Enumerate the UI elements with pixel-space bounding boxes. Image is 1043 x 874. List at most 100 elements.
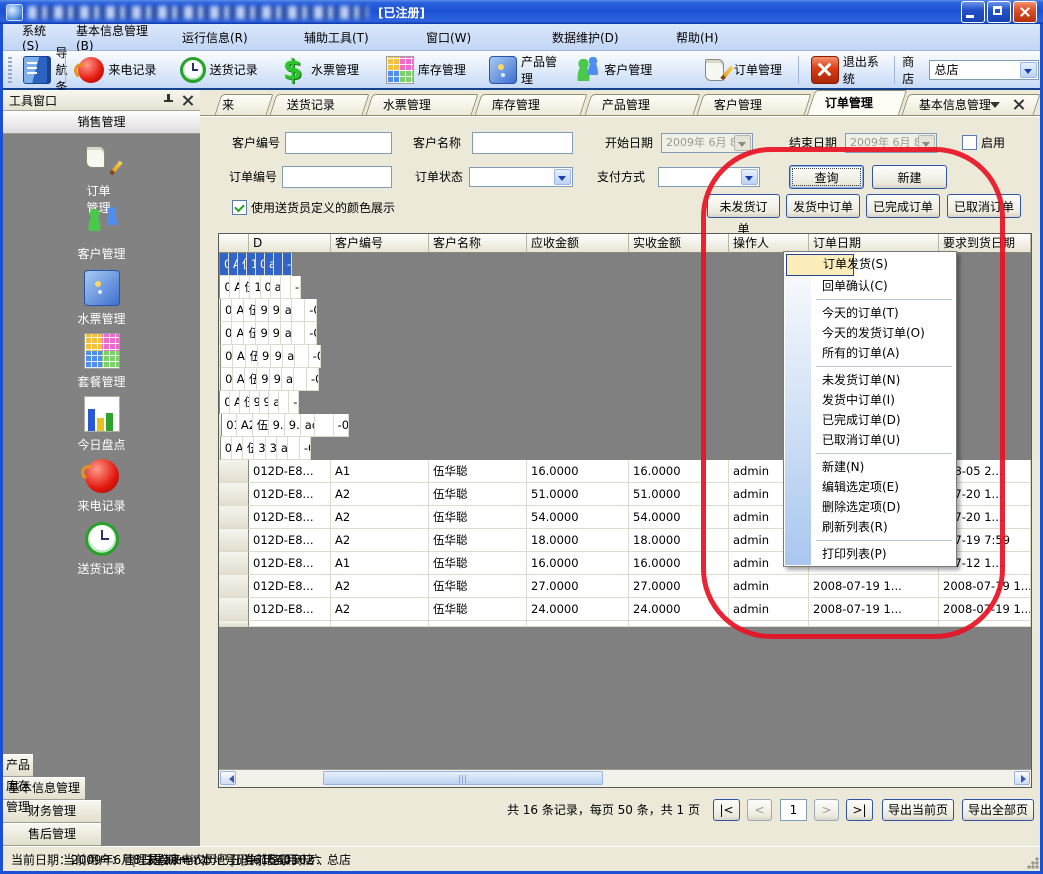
status-filter-button[interactable]: 发货中订单	[786, 194, 860, 218]
sidebar-item[interactable]: 来电记录	[52, 459, 152, 522]
row-selector[interactable]	[219, 529, 249, 552]
order-status-select[interactable]	[469, 167, 573, 187]
sidebar-item[interactable]: 送货记录	[62, 522, 142, 585]
column-header[interactable]: 客户编号	[331, 234, 429, 253]
export-all-pages-button[interactable]: 导出全部页	[962, 799, 1034, 821]
tab[interactable]: 来电记录	[215, 94, 274, 115]
context-menu-item[interactable]: 发货中订单(I)	[784, 390, 914, 410]
table-row[interactable]: 012D-E8... A2 伍华聪 9.0000 9.0000 admin -0…	[219, 391, 299, 414]
context-menu-item[interactable]: 编辑选定项(E)	[784, 477, 956, 497]
last-page-button[interactable]: >|	[846, 799, 873, 821]
table-row[interactable]: 012D-E8... A1 伍华聪 32.0000 32.0000 admin …	[219, 437, 311, 460]
context-menu-item[interactable]: 打印列表(P)	[784, 544, 956, 564]
row-selector[interactable]	[219, 483, 249, 506]
start-date-picker[interactable]: 2009年 6月 8日	[661, 133, 753, 153]
menu-item[interactable]: 运行信息(R)	[170, 26, 292, 49]
tab[interactable]: 产品管理	[584, 94, 700, 115]
row-selector[interactable]	[219, 598, 249, 621]
sidebar-group-sales[interactable]: 销售管理	[3, 111, 200, 134]
toolbar-grip[interactable]	[8, 57, 12, 83]
tab[interactable]: 库存管理	[475, 94, 588, 115]
table-row[interactable]: 012D-E8... A2 伍华聪 9.0000 9.0000 admin -0…	[219, 345, 321, 368]
toolbar-button[interactable]: 产品管理	[482, 50, 567, 90]
context-menu-item[interactable]: 回单确认(C)	[784, 276, 904, 296]
horizontal-scrollbar[interactable]	[219, 769, 1031, 787]
toolbar-button[interactable]: 订单管理	[697, 54, 793, 86]
minimize-button[interactable]	[961, 1, 985, 23]
pin-icon[interactable]	[162, 94, 174, 106]
prev-page-button[interactable]: <	[747, 799, 772, 821]
column-header[interactable]: D	[249, 234, 331, 253]
next-page-button[interactable]: >	[814, 799, 839, 821]
context-menu-item[interactable]: 所有的订单(A)	[784, 343, 922, 363]
sidebar-item[interactable]: 套餐管理	[53, 333, 151, 396]
resize-grip[interactable]	[1027, 857, 1039, 869]
table-row[interactable]: 012D-E8... A2 伍华聪 9.0000 9.0000 admin -0…	[219, 299, 317, 322]
scroll-left-icon[interactable]	[220, 771, 236, 785]
toolbar-button[interactable]: 退出系统	[804, 50, 889, 90]
context-menu-item[interactable]: 今天的订单(T)	[784, 303, 920, 323]
scrollbar-thumb[interactable]	[323, 771, 603, 785]
column-header[interactable]	[219, 234, 249, 253]
table-row[interactable]: 012D-E8... A2 伍华聪 9.0000 9.0000 admin -0…	[219, 414, 349, 437]
column-header[interactable]: 应收金额	[527, 234, 629, 253]
maximize-button[interactable]	[987, 1, 1011, 23]
status-filter-button[interactable]: 已取消订单	[947, 194, 1021, 218]
tab[interactable]: 客户管理	[696, 94, 811, 115]
sidebar-group-bar[interactable]: 售后管理	[3, 823, 101, 846]
tab[interactable]: 水票管理	[366, 94, 479, 115]
chevron-down-icon[interactable]	[554, 169, 571, 185]
sidebar-group-bar[interactable]: 产品库存管理	[3, 754, 33, 777]
toolbar-button[interactable]: 水票管理	[274, 54, 379, 86]
close-icon[interactable]	[182, 94, 194, 106]
sidebar-item[interactable]: 水票管理	[53, 270, 151, 333]
row-selector[interactable]	[219, 460, 249, 483]
row-selector[interactable]	[219, 575, 249, 598]
menu-item[interactable]: 窗口(W)	[414, 26, 540, 49]
first-page-button[interactable]: |<	[713, 799, 740, 821]
row-selector[interactable]	[219, 552, 249, 575]
new-button[interactable]: 新建	[872, 165, 947, 189]
menu-item[interactable]: 帮助(H)	[664, 26, 768, 49]
row-selector[interactable]	[219, 506, 249, 529]
shop-select[interactable]: 总店	[929, 60, 1039, 80]
table-row[interactable]: 012D-E8... A2 伍华聪 27.0000 27.0000 admin …	[219, 575, 1031, 598]
toolbar-button[interactable]: 来电记录	[71, 54, 172, 86]
menu-item[interactable]: 基本信息管理(B)	[64, 19, 170, 56]
menu-item[interactable]: 数据维护(D)	[540, 26, 664, 49]
sidebar-group-bar[interactable]: 基本信息管理	[3, 777, 85, 800]
enable-checkbox[interactable]	[962, 135, 977, 150]
end-date-picker[interactable]: 2009年 6月 8日	[845, 133, 937, 153]
table-row[interactable]: 012D-E8... A2 伍华聪 9.0000 9.0000 admin -0…	[219, 322, 317, 345]
status-filter-button[interactable]: 已完成订单	[866, 194, 940, 218]
sidebar-item[interactable]: 今日盘点	[51, 396, 153, 459]
sidebar-item[interactable]: 订单管理	[87, 144, 117, 207]
pay-method-select[interactable]	[658, 167, 760, 187]
status-filter-button[interactable]: 未发货订单	[707, 194, 780, 218]
chevron-down-icon[interactable]	[741, 169, 758, 185]
context-menu-item[interactable]: 删除选定项(D)	[784, 497, 956, 517]
table-row[interactable]: ▶ 012D-E8... A1 伍华聪 16.0000 0.0000 admin…	[219, 253, 249, 276]
table-row[interactable]: 012D-E8... A1 伍华聪 16.0000 0.0000 admin -…	[219, 276, 301, 299]
context-menu-item[interactable]: 今天的发货订单(O)	[784, 323, 924, 343]
table-row[interactable]: 012D-E8... A2 伍华聪 9.0000 9.0000 admin -0…	[219, 368, 319, 391]
tab[interactable]: 送货记录	[270, 94, 370, 115]
tab[interactable]: 订单管理	[807, 90, 907, 115]
order-no-input[interactable]	[282, 166, 392, 188]
tab-list-chevron-icon[interactable]	[988, 97, 1002, 111]
context-menu-item[interactable]: 刷新列表(R)	[784, 517, 956, 537]
context-menu-item[interactable]: 已完成订单(D)	[784, 410, 956, 430]
scroll-right-icon[interactable]	[1014, 771, 1030, 785]
context-menu-item[interactable]: 订单发货(S)	[786, 254, 854, 276]
customer-no-input[interactable]	[285, 132, 392, 154]
column-header[interactable]: 客户名称	[429, 234, 527, 253]
menu-item[interactable]: 辅助工具(T)	[292, 26, 414, 49]
column-header[interactable]: 实收金额	[629, 234, 729, 253]
chevron-down-icon[interactable]	[1020, 62, 1037, 78]
export-current-page-button[interactable]: 导出当前页	[882, 799, 954, 821]
color-display-checkbox[interactable]	[232, 200, 247, 215]
toolbar-button[interactable]: 库存管理	[379, 53, 482, 87]
tab-close-icon[interactable]	[1012, 97, 1026, 111]
toolbar-button[interactable]: 客户管理	[567, 54, 697, 86]
page-number-box[interactable]: 1	[780, 799, 807, 821]
